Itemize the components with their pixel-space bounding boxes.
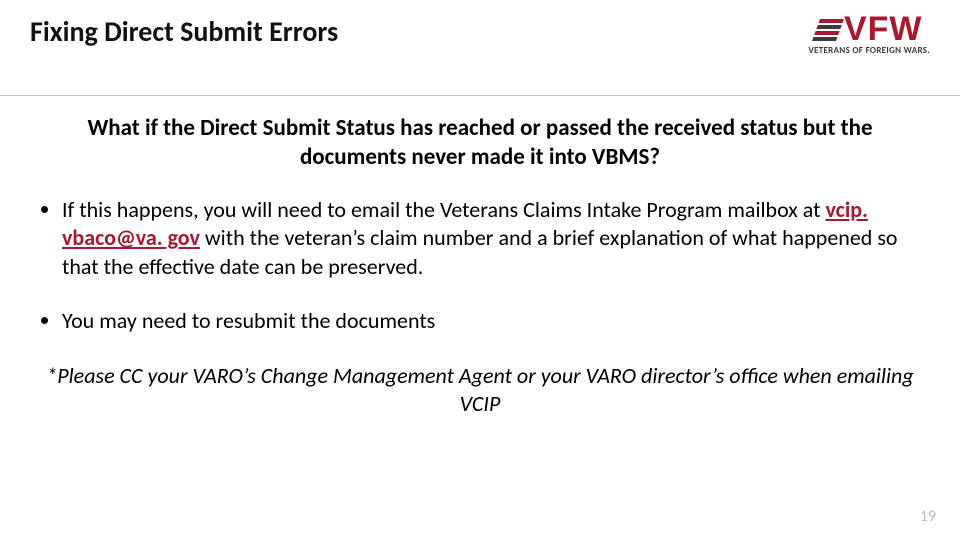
vfw-logo: VFW VETERANS OF FOREIGN WARS. <box>808 10 930 56</box>
bullet-list: If this happens, you will need to email … <box>40 196 920 336</box>
list-item: You may need to resubmit the documents <box>62 307 920 336</box>
vfw-logo-top: VFW <box>808 10 930 49</box>
stripes-icon <box>812 19 844 41</box>
slide: Fixing Direct Submit Errors VFW VETERANS… <box>0 0 960 540</box>
bullet-1-pre: If this happens, you will need to email … <box>62 196 825 223</box>
question-heading: What if the Direct Submit Status has rea… <box>40 114 920 172</box>
vfw-logo-subtext: VETERANS OF FOREIGN WARS. <box>808 45 930 56</box>
content: What if the Direct Submit Status has rea… <box>0 96 960 419</box>
list-item: If this happens, you will need to email … <box>62 196 920 282</box>
vfw-logo-text: VFW <box>844 10 923 49</box>
header: Fixing Direct Submit Errors VFW VETERANS… <box>0 0 960 70</box>
footnote: *Please CC your VARO’s Change Management… <box>40 362 920 419</box>
slide-title: Fixing Direct Submit Errors <box>30 10 338 49</box>
page-number: 19 <box>920 507 936 526</box>
